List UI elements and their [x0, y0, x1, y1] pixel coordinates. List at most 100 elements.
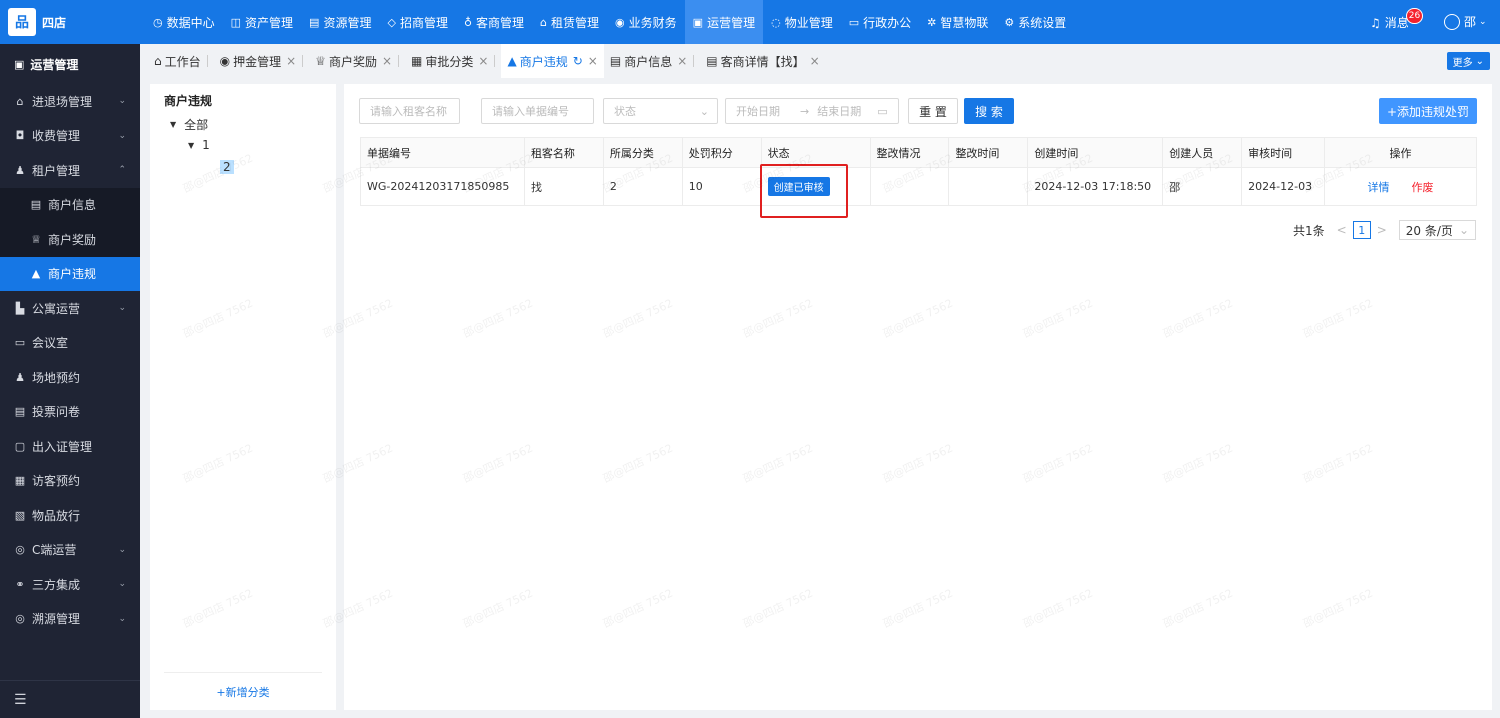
top-nav-item[interactable]: ⌂ 租赁管理	[532, 0, 607, 44]
tab-icon: ▤	[609, 54, 622, 68]
tab-item[interactable]: ▲ 商户违规 ↻ ×	[501, 44, 604, 78]
status-select[interactable]: 状态 ⌄	[603, 98, 718, 124]
detail-link[interactable]: 详情	[1368, 181, 1390, 194]
prev-page-icon[interactable]: <	[1337, 223, 1347, 237]
total-count: 共1条	[1293, 223, 1325, 238]
logo-icon: 品	[8, 8, 36, 36]
doc-no-input[interactable]: 请输入单据编号	[481, 98, 594, 124]
sidebar-item[interactable]: ▭ 会议室	[0, 326, 140, 361]
brand-name: 四店	[42, 16, 67, 30]
top-nav-item[interactable]: ◫ 资产管理	[223, 0, 301, 44]
column-header: 状态	[760, 137, 871, 168]
top-nav-item[interactable]: ◉ 业务财务	[607, 0, 685, 44]
sidebar-item-label: 出入证管理	[32, 439, 93, 454]
cell-doc-no: WG-20241203171850985	[360, 167, 525, 206]
top-nav-label: 资源管理	[323, 15, 372, 30]
sidebar-item[interactable]: ▢ 出入证管理	[0, 429, 140, 464]
sidebar-item[interactable]: ◘ 收费管理 ⌄	[0, 119, 140, 154]
main-content: 请输入租客名称 请输入单据编号 状态 ⌄ 开始日期 → 结束日期 ▭ 重 置 搜 …	[344, 84, 1492, 710]
refresh-icon[interactable]: ↻	[573, 54, 583, 68]
nav-icon: ◫	[230, 15, 242, 29]
close-icon[interactable]: ×	[677, 54, 687, 68]
close-icon[interactable]: ×	[382, 54, 392, 68]
cell-created-at: 2024-12-03 17:18:50	[1027, 167, 1164, 206]
tab-item[interactable]: ♕ 商户奖励 ×	[309, 44, 405, 78]
tab-item[interactable]: ◉ 押金管理 ×	[214, 44, 310, 78]
tree-node-label: 2	[220, 160, 234, 174]
sidebar-item[interactable]: ▲ 商户违规	[0, 256, 140, 291]
tab-divider	[494, 55, 496, 67]
close-icon[interactable]: ×	[810, 54, 820, 68]
tab-item[interactable]: ▤ 商户信息 ×	[604, 44, 700, 78]
sidebar-item[interactable]: ◎ C端运营 ⌄	[0, 533, 140, 568]
sidebar-item[interactable]: ▦ 访客预约	[0, 464, 140, 499]
top-nav-item[interactable]: ◇ 招商管理	[379, 0, 455, 44]
sidebar-item-label: 收费管理	[32, 129, 81, 144]
tab-icon: ▦	[411, 54, 423, 68]
search-button[interactable]: 搜 索	[964, 98, 1014, 124]
add-category-button[interactable]: +新增分类	[164, 672, 322, 710]
column-header: 租客名称	[523, 137, 604, 168]
current-page[interactable]: 1	[1352, 221, 1371, 239]
sidebar-item[interactable]: ▤ 投票问卷	[0, 395, 140, 430]
top-nav-item[interactable]: ▭ 行政办公	[841, 0, 919, 44]
tree-node-root[interactable]: ▼ 全部	[170, 116, 208, 133]
sidebar-item[interactable]: ⚭ 三方集成 ⌄	[0, 567, 140, 602]
tree-node-leaf[interactable]: 2	[220, 160, 234, 174]
nav-icon: ◇	[387, 15, 396, 29]
more-tabs-button[interactable]: 更多 ⌄	[1446, 52, 1490, 70]
sidebar-item[interactable]: ▙ 公寓运营 ⌄	[0, 291, 140, 326]
top-nav-item[interactable]: ✲ 智慧物联	[919, 0, 996, 44]
caret-down-icon: ▼	[170, 120, 177, 129]
column-header: 审核时间	[1241, 137, 1326, 168]
user-menu[interactable]: 邵 ⌄	[1444, 13, 1487, 30]
top-nav-item[interactable]: ◌ 物业管理	[763, 0, 841, 44]
chevron-icon: ⌃	[118, 165, 126, 176]
collapse-menu-icon[interactable]: ☰	[0, 680, 140, 718]
messages-button[interactable]: ♫ 消息	[1370, 14, 1409, 31]
tenant-name-input[interactable]: 请输入租客名称	[359, 98, 460, 124]
close-icon[interactable]: ×	[478, 54, 488, 68]
top-nav-label: 运营管理	[707, 15, 756, 30]
caret-down-icon: ▼	[188, 140, 195, 150]
sidebar-item[interactable]: ⌂ 进退场管理 ⌄	[0, 84, 140, 119]
tab-item[interactable]: ▦ 审批分类 ×	[405, 44, 501, 78]
tab-item[interactable]: ▤ 客商详情【找】 ×	[700, 44, 825, 78]
sidebar-item[interactable]: ♟ 场地预约	[0, 360, 140, 395]
sidebar-item[interactable]: ▧ 物品放行	[0, 498, 140, 533]
date-range-picker[interactable]: 开始日期 → 结束日期 ▭	[725, 98, 899, 124]
nav-icon: ◷	[153, 15, 163, 29]
sidebar-item-label: 商户奖励	[48, 232, 97, 247]
sidebar-item[interactable]: ▤ 商户信息	[0, 187, 140, 222]
top-nav-label: 数据中心	[166, 15, 215, 30]
tab-label: 商户违规	[519, 54, 568, 69]
nav-icon: ⌂	[540, 15, 548, 29]
top-nav-item[interactable]: ♁ 客商管理	[456, 0, 532, 44]
top-nav-item[interactable]: ⚙ 系统设置	[996, 0, 1074, 44]
sidebar-item[interactable]: ◎ 溯源管理 ⌄	[0, 602, 140, 637]
tab-item[interactable]: ⌂ 工作台	[148, 44, 214, 78]
tree-node-child[interactable]: ▼ 1	[188, 138, 210, 152]
avatar-icon	[1444, 13, 1460, 30]
next-page-icon[interactable]: >	[1377, 223, 1387, 237]
sidebar-item[interactable]: ♕ 商户奖励	[0, 222, 140, 257]
page-size-select[interactable]: 20 条/页 ⌄	[1398, 220, 1476, 240]
close-icon[interactable]: ×	[286, 54, 296, 68]
bell-icon: ♫	[1370, 15, 1381, 30]
top-nav-item[interactable]: ▣ 运营管理	[684, 0, 764, 44]
close-icon[interactable]: ×	[588, 54, 598, 68]
void-link[interactable]: 作废	[1412, 181, 1434, 194]
user-name: 邵	[1464, 15, 1477, 29]
top-nav-item[interactable]: ▤ 资源管理	[301, 0, 379, 44]
reset-button[interactable]: 重 置	[908, 98, 958, 124]
tab-divider	[302, 55, 304, 67]
tab-icon: ▲	[507, 54, 517, 68]
start-date: 开始日期	[736, 105, 780, 118]
pagination: 共1条 < 1 > 20 条/页 ⌄	[1293, 220, 1476, 240]
add-violation-button[interactable]: +添加违规处罚	[1379, 98, 1477, 124]
top-nav-item[interactable]: ◷ 数据中心	[145, 0, 223, 44]
chevron-icon: ⌄	[118, 613, 126, 624]
sidebar-item-label: 租户管理	[32, 163, 81, 178]
sidebar-item[interactable]: ♟ 租户管理 ⌃	[0, 153, 140, 188]
column-header: 单据编号	[360, 137, 525, 168]
